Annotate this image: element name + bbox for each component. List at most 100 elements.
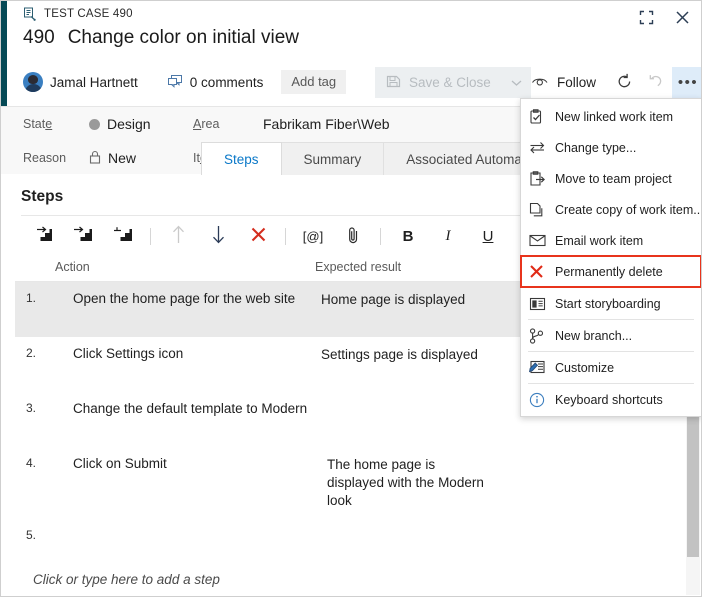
field-state-text: Design [107, 116, 151, 132]
work-item-type-accent-bar [1, 1, 7, 106]
save-options-button[interactable] [503, 67, 531, 98]
test-case-icon [23, 7, 37, 21]
work-item-title[interactable]: Change color on initial view [68, 27, 299, 49]
more-actions-menu: New linked work item Change type... Move… [520, 98, 701, 417]
step-number: 4. [26, 456, 37, 470]
step-number: 5. [26, 527, 37, 542]
undo-icon [648, 73, 665, 93]
detail-tabs: Steps Summary Associated Automation [201, 142, 567, 175]
menu-item-create-copy-of-work-item[interactable]: Create copy of work item... [521, 194, 701, 225]
email-icon [529, 234, 555, 247]
table-row[interactable]: 5. [15, 519, 693, 566]
menu-item-permanently-delete[interactable]: Permanently delete [520, 255, 701, 288]
move-down-icon [211, 225, 226, 247]
step-number: 3. [26, 401, 37, 415]
create-shared-steps-button[interactable] [103, 222, 143, 250]
page-title: 490 Change color on initial view [23, 27, 299, 49]
field-reason-label: Reason [23, 151, 67, 165]
new-linked-work-item-icon [529, 108, 555, 125]
menu-item-change-type[interactable]: Change type... [521, 132, 701, 163]
ellipsis-icon: ••• [677, 74, 699, 91]
step-action[interactable]: Change the default template to Modern [55, 401, 315, 416]
follow-button[interactable]: Follow [529, 75, 608, 90]
menu-item-label: Move to team project [555, 171, 672, 186]
menu-item-label: Start storyboarding [555, 296, 661, 311]
move-step-down-button[interactable] [198, 222, 238, 250]
scrollbar-thumb[interactable] [687, 407, 699, 557]
maximize-button[interactable] [633, 5, 659, 29]
save-and-close-label: Save & Close [409, 75, 491, 90]
storyboard-icon [529, 297, 555, 311]
close-button[interactable] [669, 5, 695, 29]
bold-button[interactable]: B [388, 222, 428, 250]
move-to-team-project-icon [529, 170, 555, 187]
change-type-icon [529, 140, 555, 155]
customize-icon [529, 360, 555, 375]
field-area-value[interactable]: Fabrikam Fiber\Web [263, 116, 390, 132]
insert-shared-steps-button[interactable] [63, 222, 103, 250]
field-state-value[interactable]: Design [89, 116, 151, 132]
underline-button[interactable]: U [468, 222, 508, 250]
field-reason-text: New [108, 150, 137, 166]
menu-item-email-work-item[interactable]: Email work item [521, 225, 701, 256]
toolbar-separator [150, 227, 151, 245]
menu-item-start-storyboarding[interactable]: Start storyboarding [521, 288, 701, 319]
field-state-label: State [23, 117, 53, 131]
undo-button[interactable] [640, 67, 672, 98]
field-reason-value[interactable]: New [89, 150, 136, 167]
insert-shared-steps-icon [73, 226, 93, 246]
work-item-header: TEST CASE 490 490 Change color on initia… [1, 1, 701, 106]
header-command-bar: Follow ••• [529, 67, 701, 98]
menu-item-new-branch[interactable]: New branch... [521, 320, 701, 351]
field-group-state: State Design Reason New [23, 107, 151, 175]
move-up-icon [171, 225, 186, 247]
insert-parameter-button[interactable]: [@] [293, 222, 333, 250]
save-icon [386, 74, 401, 92]
follow-label: Follow [557, 75, 597, 90]
more-actions-button[interactable]: ••• [672, 67, 701, 98]
menu-item-label: Keyboard shortcuts [555, 392, 663, 407]
attachment-button[interactable] [333, 222, 373, 250]
delete-step-button[interactable] [238, 222, 278, 250]
copy-icon [529, 202, 555, 218]
delete-x-icon [529, 264, 555, 279]
menu-item-keyboard-shortcuts[interactable]: Keyboard shortcuts [521, 384, 701, 415]
table-row[interactable]: 4. Click on Submit The home page is disp… [15, 447, 693, 519]
menu-item-label: Email work item [555, 233, 644, 248]
save-and-close-button[interactable]: Save & Close [375, 67, 503, 98]
comments-button[interactable]: 0 comments [167, 74, 263, 91]
field-state: State Design [23, 107, 151, 141]
tab-summary[interactable]: Summary [280, 142, 385, 175]
toolbar-separator [380, 227, 381, 245]
step-action[interactable]: Click Settings icon [55, 346, 315, 361]
insert-step-button[interactable] [23, 222, 63, 250]
maximize-icon [639, 10, 654, 25]
menu-item-label: New branch... [555, 328, 633, 343]
add-step-placeholder[interactable]: Click or type here to add a step [1, 566, 701, 587]
move-step-up-button[interactable] [158, 222, 198, 250]
tab-steps[interactable]: Steps [201, 142, 282, 175]
add-tag-button[interactable]: Add tag [281, 70, 347, 94]
menu-item-label: Change type... [555, 140, 637, 155]
refresh-icon [616, 73, 633, 93]
menu-item-new-linked-work-item[interactable]: New linked work item [521, 101, 701, 132]
step-action[interactable]: Open the home page for the web site [55, 291, 315, 306]
save-and-close-group: Save & Close [375, 67, 531, 98]
lock-icon [89, 150, 101, 167]
column-header-action: Action [55, 260, 90, 274]
field-area: Area Fabrikam Fiber\Web [193, 107, 476, 141]
insert-step-icon [34, 226, 53, 246]
state-dot-icon [89, 118, 100, 130]
assigned-to-name[interactable]: Jamal Hartnett [50, 75, 138, 90]
italic-button[interactable]: I [428, 222, 468, 250]
close-icon [675, 10, 690, 25]
menu-item-customize[interactable]: Customize [521, 352, 701, 383]
step-action[interactable]: Click on Submit [55, 456, 315, 471]
step-expected[interactable]: The home page is displayed with the Mode… [315, 456, 495, 511]
menu-item-move-to-team-project[interactable]: Move to team project [521, 163, 701, 194]
breadcrumb: TEST CASE 490 [23, 7, 133, 21]
refresh-button[interactable] [608, 67, 640, 98]
breadcrumb-label: TEST CASE 490 [44, 8, 133, 20]
field-area-label: Area [193, 117, 220, 131]
menu-item-label: Customize [555, 360, 615, 375]
